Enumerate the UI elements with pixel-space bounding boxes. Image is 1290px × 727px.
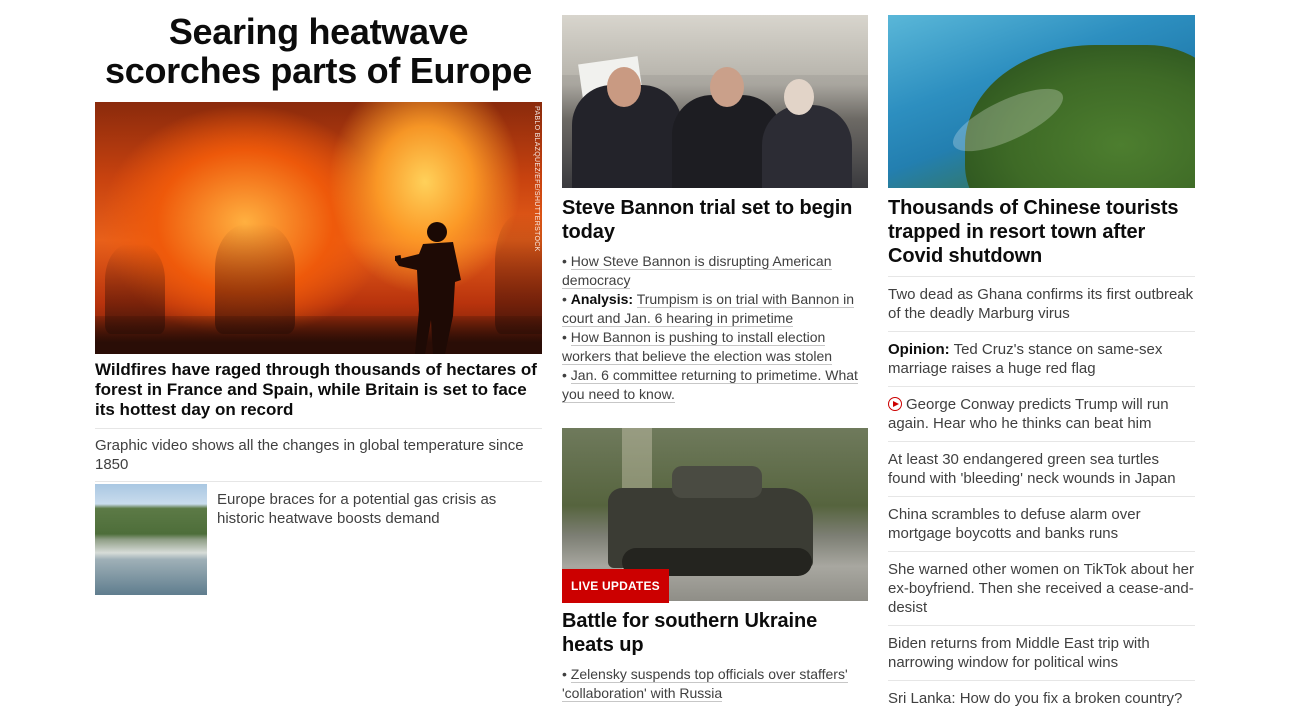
list-item-text: She warned other women on TikTok about h… [888, 561, 1195, 616]
list-item[interactable]: Opinion: Ted Cruz's stance on same-sex m… [888, 331, 1195, 386]
list-item: Graphic video shows all the changes in g… [95, 437, 524, 473]
ukraine-headline: Battle for southern Ukraine heats up [562, 610, 818, 656]
lead-headline-link[interactable]: Searing heatwave scorches parts of Europ… [95, 12, 542, 90]
coast-image-link[interactable] [888, 15, 1195, 188]
list-item[interactable]: China scrambles to defuse alarm over mor… [888, 496, 1195, 551]
bullet-link[interactable]: • Jan. 6 committee returning to primetim… [562, 366, 868, 404]
list-item-text: George Conway predicts Trump will run ag… [888, 396, 1169, 432]
tank-turret [672, 466, 762, 498]
bullet-link[interactable]: • How Steve Bannon is disrupting America… [562, 252, 868, 290]
bullet-prefix: Analysis: [570, 291, 634, 307]
headline-list: Two dead as Ghana confirms its first out… [888, 276, 1195, 716]
firefighter-silhouette [395, 222, 461, 354]
gas-crisis-headline: Europe braces for a potential gas crisis… [217, 491, 497, 527]
list-item-text: At least 30 endangered green sea turtles… [888, 451, 1176, 487]
gas-facility-thumbnail [95, 484, 207, 595]
wildfire-image: PABLO BLAZQUEZ/EFE/SHUTTERSTOCK [95, 102, 542, 354]
gas-crisis-link[interactable]: Europe braces for a potential gas crisis… [95, 482, 542, 595]
lead-caption-link[interactable]: Wildfires have raged through thousands o… [95, 360, 542, 420]
list-item[interactable]: George Conway predicts Trump will run ag… [888, 386, 1195, 441]
bannon-bullets: • How Steve Bannon is disrupting America… [562, 252, 868, 404]
list-item[interactable]: Sri Lanka: How do you fix a broken count… [888, 680, 1195, 716]
ground-silhouette [95, 316, 542, 354]
play-video-icon [888, 397, 902, 411]
bannon-image [562, 15, 868, 188]
list-item[interactable]: She warned other women on TikTok about h… [888, 551, 1195, 625]
person-face [784, 79, 814, 115]
live-updates-badge: LIVE UPDATES [562, 569, 669, 603]
list-item-text: Biden returns from Middle East trip with… [888, 635, 1150, 671]
bullet-link[interactable]: • Zelensky suspends top officials over s… [562, 665, 868, 703]
bullet-text: Jan. 6 committee returning to primetime.… [562, 367, 858, 403]
middle-column: Steve Bannon trial set to begin today • … [562, 15, 868, 703]
photo-credit: PABLO BLAZQUEZ/EFE/SHUTTERSTOCK [533, 106, 540, 252]
lead-image-link[interactable]: PABLO BLAZQUEZ/EFE/SHUTTERSTOCK [95, 102, 542, 354]
person-face [710, 67, 744, 107]
resort-coast-image [888, 15, 1195, 188]
right-column: Thousands of Chinese tourists trapped in… [888, 15, 1195, 716]
bullet-link[interactable]: • How Bannon is pushing to install elect… [562, 328, 868, 366]
lead-story: Searing heatwave scorches parts of Europ… [95, 12, 542, 595]
china-tourists-headline: Thousands of Chinese tourists trapped in… [888, 197, 1179, 267]
person-face [607, 67, 641, 107]
lead-headline: Searing heatwave scorches parts of Europ… [105, 11, 532, 91]
list-item-text: Sri Lanka: How do you fix a broken count… [888, 690, 1183, 707]
person-silhouette [762, 105, 852, 188]
bannon-image-link[interactable] [562, 15, 868, 188]
bullet-text: How Steve Bannon is disrupting American … [562, 253, 832, 289]
opinion-label: Opinion: [888, 341, 950, 358]
bannon-headline-link[interactable]: Steve Bannon trial set to begin today [562, 196, 868, 244]
list-item[interactable]: Biden returns from Middle East trip with… [888, 625, 1195, 680]
bannon-headline: Steve Bannon trial set to begin today [562, 197, 853, 243]
bullet-text: Zelensky suspends top officials over sta… [562, 666, 848, 702]
bullet-text: How Bannon is pushing to install electio… [562, 329, 833, 365]
list-item-text: Two dead as Ghana confirms its first out… [888, 286, 1194, 322]
ukraine-headline-link[interactable]: Battle for southern Ukraine heats up [562, 609, 868, 657]
list-item-text: China scrambles to defuse alarm over mor… [888, 506, 1141, 542]
lead-caption: Wildfires have raged through thousands o… [95, 360, 537, 419]
ukraine-bullets: • Zelensky suspends top officials over s… [562, 665, 868, 703]
list-item[interactable]: At least 30 endangered green sea turtles… [888, 441, 1195, 496]
china-headline-link[interactable]: Thousands of Chinese tourists trapped in… [888, 196, 1195, 268]
bullet-link[interactable]: • Analysis: Trumpism is on trial with Ba… [562, 290, 868, 328]
list-item[interactable]: Two dead as Ghana confirms its first out… [888, 276, 1195, 331]
temperature-video-link[interactable]: Graphic video shows all the changes in g… [95, 429, 542, 481]
